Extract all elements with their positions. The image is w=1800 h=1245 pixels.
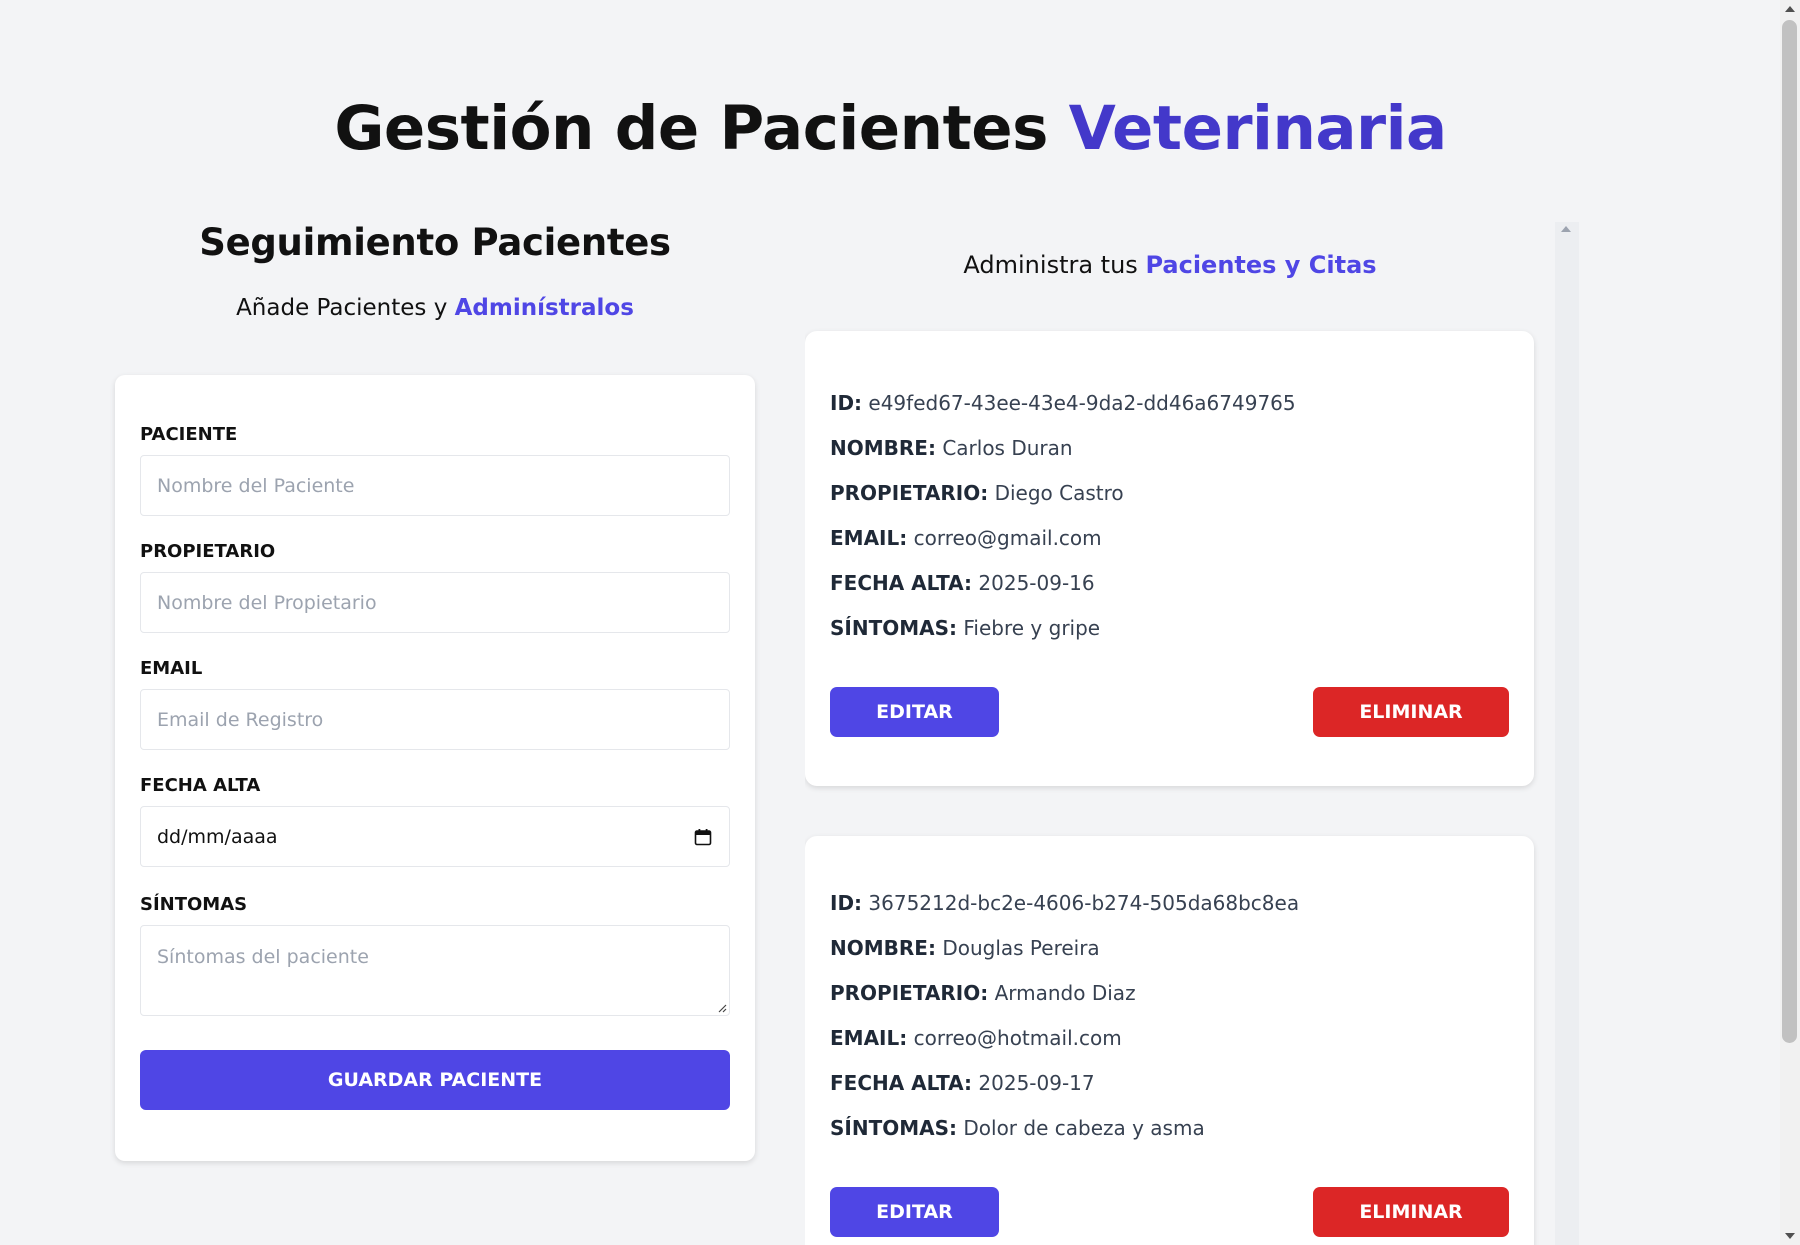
propietario-label: PROPIETARIO	[140, 541, 276, 562]
patient-card: ID: 3675212d-bc2e-4606-b274-505da68bc8ea…	[805, 836, 1534, 1245]
fecha-key: FECHA ALTA:	[830, 571, 973, 595]
title-accent: Veterinaria	[1068, 93, 1448, 164]
propietario-key: PROPIETARIO:	[830, 481, 989, 505]
propietario-value: Diego Castro	[994, 481, 1124, 505]
page-title: Gestión de Pacientes Veterinaria	[0, 98, 1781, 159]
patient-fecha: FECHA ALTA: 2025-09-16	[830, 571, 1095, 595]
propietario-key: PROPIETARIO:	[830, 981, 989, 1005]
email-value: correo@gmail.com	[913, 526, 1102, 550]
patient-propietario: PROPIETARIO: Armando Diaz	[830, 981, 1136, 1005]
patient-email: EMAIL: correo@gmail.com	[830, 526, 1102, 550]
fecha-key: FECHA ALTA:	[830, 1071, 973, 1095]
fecha-input[interactable]: dd/mm/aaaa	[140, 806, 730, 867]
resize-handle-icon[interactable]	[717, 1003, 727, 1013]
list-subtitle: Administra tus Pacientes y Citas	[805, 250, 1535, 280]
fecha-value: dd/mm/aaaa	[157, 825, 278, 848]
sintomas-key: SÍNTOMAS:	[830, 1116, 958, 1140]
patient-form: PACIENTE PROPIETARIO EMAIL FECHA ALTA dd…	[115, 375, 755, 1161]
page-scroll-up-icon[interactable]	[1785, 6, 1795, 12]
nombre-value: Carlos Duran	[942, 436, 1073, 460]
patient-nombre: NOMBRE: Carlos Duran	[830, 436, 1073, 460]
patient-id: ID: e49fed67-43ee-43e4-9da2-dd46a6749765	[830, 391, 1296, 415]
sintomas-key: SÍNTOMAS:	[830, 616, 958, 640]
patient-email: EMAIL: correo@hotmail.com	[830, 1026, 1122, 1050]
patient-fecha: FECHA ALTA: 2025-09-17	[830, 1071, 1095, 1095]
edit-button[interactable]: EDITAR	[830, 687, 999, 737]
page-scroll-down-icon[interactable]	[1785, 1233, 1795, 1239]
paciente-label: PACIENTE	[140, 424, 238, 445]
patient-id: ID: 3675212d-bc2e-4606-b274-505da68bc8ea	[830, 891, 1299, 915]
paciente-input[interactable]	[140, 455, 730, 516]
page-scrollbar-thumb[interactable]	[1782, 20, 1797, 1043]
patients-list-panel: Administra tus Pacientes y Citas ID: e49…	[805, 222, 1579, 1245]
id-key: ID:	[830, 391, 863, 415]
form-subtitle-prefix: Añade Pacientes y	[236, 295, 448, 321]
list-subtitle-prefix: Administra tus	[963, 251, 1138, 279]
fecha-value: 2025-09-17	[978, 1071, 1095, 1095]
fecha-label: FECHA ALTA	[140, 775, 261, 796]
sintomas-label: SÍNTOMAS	[140, 894, 248, 915]
id-value: e49fed67-43ee-43e4-9da2-dd46a6749765	[868, 391, 1296, 415]
delete-button[interactable]: ELIMINAR	[1313, 687, 1509, 737]
id-key: ID:	[830, 891, 863, 915]
form-subtitle-accent: Adminístralos	[454, 295, 634, 321]
sintomas-textarea[interactable]	[140, 925, 730, 1016]
email-value: correo@hotmail.com	[913, 1026, 1122, 1050]
form-subtitle: Añade Pacientes y Adminístralos	[115, 294, 755, 322]
id-value: 3675212d-bc2e-4606-b274-505da68bc8ea	[868, 891, 1300, 915]
list-scrollbar[interactable]	[1555, 222, 1579, 1245]
title-main: Gestión de Pacientes	[334, 93, 1048, 164]
nombre-value: Douglas Pereira	[942, 936, 1100, 960]
nombre-key: NOMBRE:	[830, 436, 936, 460]
patient-propietario: PROPIETARIO: Diego Castro	[830, 481, 1124, 505]
sintomas-value: Fiebre y gripe	[963, 616, 1101, 640]
propietario-input[interactable]	[140, 572, 730, 633]
delete-button[interactable]: ELIMINAR	[1313, 1187, 1509, 1237]
edit-button[interactable]: EDITAR	[830, 1187, 999, 1237]
patient-sintomas: SÍNTOMAS: Dolor de cabeza y asma	[830, 1116, 1205, 1140]
propietario-value: Armando Diaz	[994, 981, 1136, 1005]
sintomas-value: Dolor de cabeza y asma	[963, 1116, 1205, 1140]
patient-sintomas: SÍNTOMAS: Fiebre y gripe	[830, 616, 1100, 640]
patient-nombre: NOMBRE: Douglas Pereira	[830, 936, 1100, 960]
list-subtitle-accent: Pacientes y Citas	[1145, 251, 1377, 279]
email-label: EMAIL	[140, 658, 203, 679]
patient-card: ID: e49fed67-43ee-43e4-9da2-dd46a6749765…	[805, 331, 1534, 786]
fecha-value: 2025-09-16	[978, 571, 1095, 595]
email-key: EMAIL:	[830, 526, 908, 550]
list-scroll-up-icon[interactable]	[1561, 226, 1571, 232]
save-patient-button[interactable]: GUARDAR PACIENTE	[140, 1050, 730, 1110]
nombre-key: NOMBRE:	[830, 936, 936, 960]
calendar-icon[interactable]	[693, 827, 713, 847]
email-key: EMAIL:	[830, 1026, 908, 1050]
email-input[interactable]	[140, 689, 730, 750]
form-heading: Seguimiento Pacientes	[199, 221, 671, 264]
